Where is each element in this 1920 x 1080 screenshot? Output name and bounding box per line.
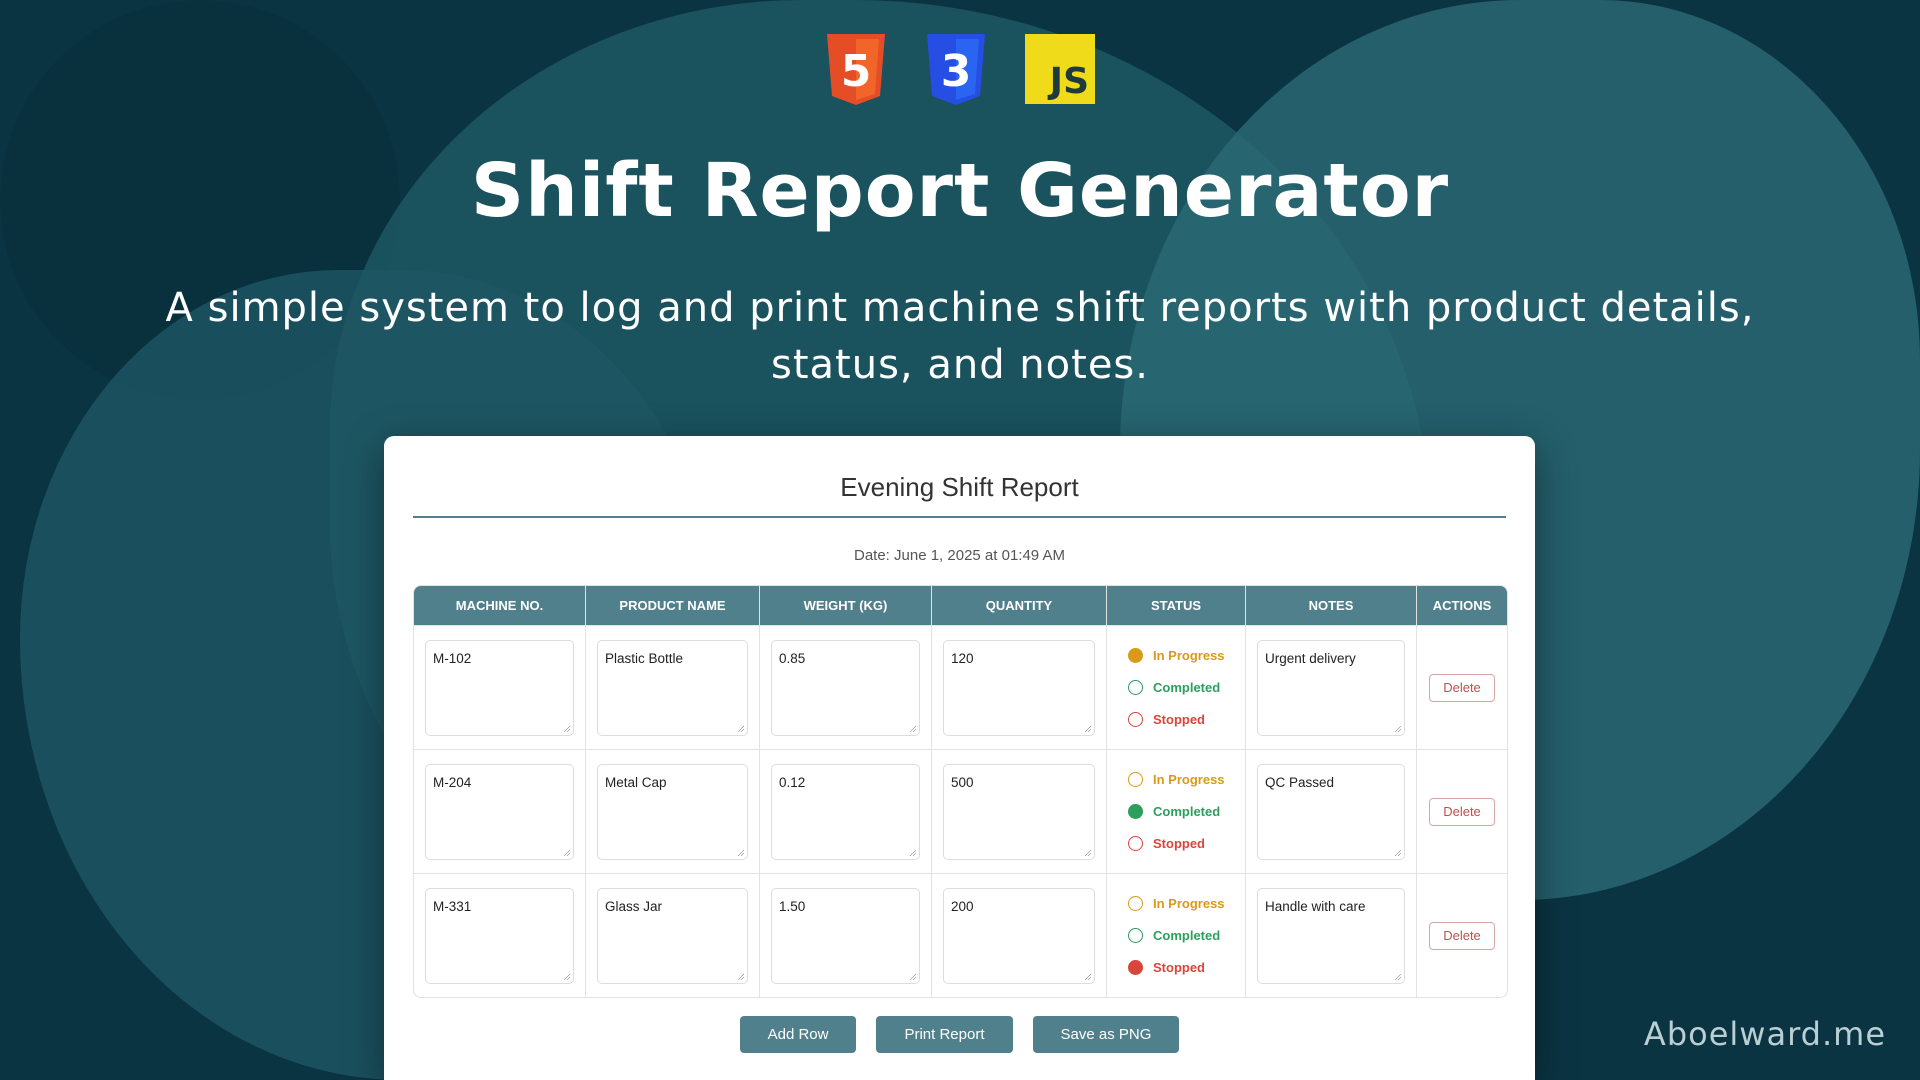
status-radio[interactable]: Completed [1118, 796, 1234, 828]
status-label: Stopped [1153, 836, 1205, 851]
status-radio[interactable]: In Progress [1118, 764, 1234, 796]
column-header: MACHINE NO. [414, 586, 586, 625]
cell-status: In Progress Completed Stopped [1107, 625, 1246, 749]
cell-product: Plastic Bottle [586, 625, 760, 749]
js-logo-icon: JS [1025, 34, 1095, 104]
weight-input[interactable]: 0.12 [771, 763, 920, 860]
status-radio[interactable]: In Progress [1118, 640, 1234, 672]
report-table: MACHINE NO. PRODUCT NAME WEIGHT (KG) QUANTI… [413, 585, 1508, 998]
quantity-input[interactable]: 500 [943, 763, 1095, 860]
radio-icon[interactable] [1128, 896, 1143, 911]
status-label: Completed [1153, 804, 1221, 819]
quantity-input[interactable]: 120 [943, 639, 1095, 736]
status-label: Completed [1153, 680, 1221, 695]
column-header: NOTES [1246, 586, 1417, 625]
notes-input[interactable]: Urgent delivery [1257, 639, 1405, 736]
weight-input[interactable]: 1.50 [771, 887, 920, 984]
report-title: Evening Shift Report [840, 472, 1079, 502]
css3-logo-icon: 3 [925, 34, 987, 106]
tech-logos: 5 3 JS [0, 34, 1920, 106]
radio-icon[interactable] [1128, 772, 1143, 787]
cell-quantity: 200 [932, 873, 1107, 997]
html5-logo-icon: 5 [825, 34, 887, 106]
cell-machine: M-331 [414, 873, 586, 997]
delete-button[interactable]: Delete [1429, 673, 1495, 702]
radio-icon[interactable] [1128, 836, 1143, 851]
column-header: QUANTITY [932, 586, 1107, 625]
status-label: In Progress [1153, 772, 1225, 787]
status-label: In Progress [1153, 648, 1225, 663]
table-row: M-331 Glass Jar 1.50 200 In Progress Complete… [414, 873, 1507, 997]
radio-icon[interactable] [1128, 960, 1143, 975]
cell-product: Metal Cap [586, 749, 760, 873]
cell-quantity: 120 [932, 625, 1107, 749]
cell-machine: M-204 [414, 749, 586, 873]
weight-input[interactable]: 0.85 [771, 639, 920, 736]
radio-icon[interactable] [1128, 680, 1143, 695]
cell-status: In Progress Completed Stopped [1107, 749, 1246, 873]
product-input[interactable]: Plastic Bottle [597, 639, 748, 736]
title-divider [413, 516, 1506, 518]
cell-notes: QC Passed [1246, 749, 1417, 873]
cell-actions: Delete [1417, 625, 1507, 749]
radio-icon[interactable] [1128, 804, 1143, 819]
table-row: M-204 Metal Cap 0.12 500 In Progress Complete… [414, 749, 1507, 873]
status-radio[interactable]: Completed [1118, 672, 1234, 704]
report-date: Date: June 1, 2025 at 01:49 AM [854, 547, 1065, 564]
delete-button[interactable]: Delete [1429, 921, 1495, 950]
status-radio[interactable]: Completed [1118, 920, 1234, 952]
page-subtitle: A simple system to log and print machine… [165, 285, 1755, 388]
product-input[interactable]: Glass Jar [597, 887, 748, 984]
quantity-input[interactable]: 200 [943, 887, 1095, 984]
status-radio[interactable]: Stopped [1118, 952, 1234, 984]
print-report-button[interactable]: Print Report [876, 1016, 1013, 1053]
column-header: ACTIONS [1417, 586, 1507, 625]
status-label: Stopped [1153, 712, 1205, 727]
notes-input[interactable]: QC Passed [1257, 763, 1405, 860]
cell-notes: Urgent delivery [1246, 625, 1417, 749]
radio-icon[interactable] [1128, 928, 1143, 943]
cell-weight: 0.12 [760, 749, 932, 873]
cell-actions: Delete [1417, 749, 1507, 873]
cell-status: In Progress Completed Stopped [1107, 873, 1246, 997]
status-radio[interactable]: Stopped [1118, 704, 1234, 736]
status-radio[interactable]: Stopped [1118, 828, 1234, 860]
cell-notes: Handle with care [1246, 873, 1417, 997]
radio-icon[interactable] [1128, 712, 1143, 727]
status-radio[interactable]: In Progress [1118, 888, 1234, 920]
svg-text:3: 3 [941, 46, 972, 97]
cell-machine: M-102 [414, 625, 586, 749]
save-png-button[interactable]: Save as PNG [1032, 1016, 1180, 1053]
machine-input[interactable]: M-331 [425, 887, 574, 984]
svg-text:5: 5 [841, 46, 872, 97]
add-row-button[interactable]: Add Row [739, 1016, 857, 1053]
report-card: Evening Shift Report Date: June 1, 2025 … [384, 436, 1535, 1080]
watermark: Aboelward.me [1643, 1015, 1886, 1053]
page-title: Shift Report Generator [470, 148, 1450, 234]
status-label: In Progress [1153, 896, 1225, 911]
radio-icon[interactable] [1128, 648, 1143, 663]
column-header: PRODUCT NAME [586, 586, 760, 625]
product-input[interactable]: Metal Cap [597, 763, 748, 860]
status-label: Completed [1153, 928, 1221, 943]
notes-input[interactable]: Handle with care [1257, 887, 1405, 984]
cell-product: Glass Jar [586, 873, 760, 997]
cell-actions: Delete [1417, 873, 1507, 997]
cell-weight: 0.85 [760, 625, 932, 749]
column-header: STATUS [1107, 586, 1246, 625]
status-label: Stopped [1153, 960, 1205, 975]
machine-input[interactable]: M-102 [425, 639, 574, 736]
machine-input[interactable]: M-204 [425, 763, 574, 860]
cell-quantity: 500 [932, 749, 1107, 873]
column-header: WEIGHT (KG) [760, 586, 932, 625]
table-row: M-102 Plastic Bottle 0.85 120 In Progress Com… [414, 625, 1507, 749]
cell-weight: 1.50 [760, 873, 932, 997]
delete-button[interactable]: Delete [1429, 797, 1495, 826]
